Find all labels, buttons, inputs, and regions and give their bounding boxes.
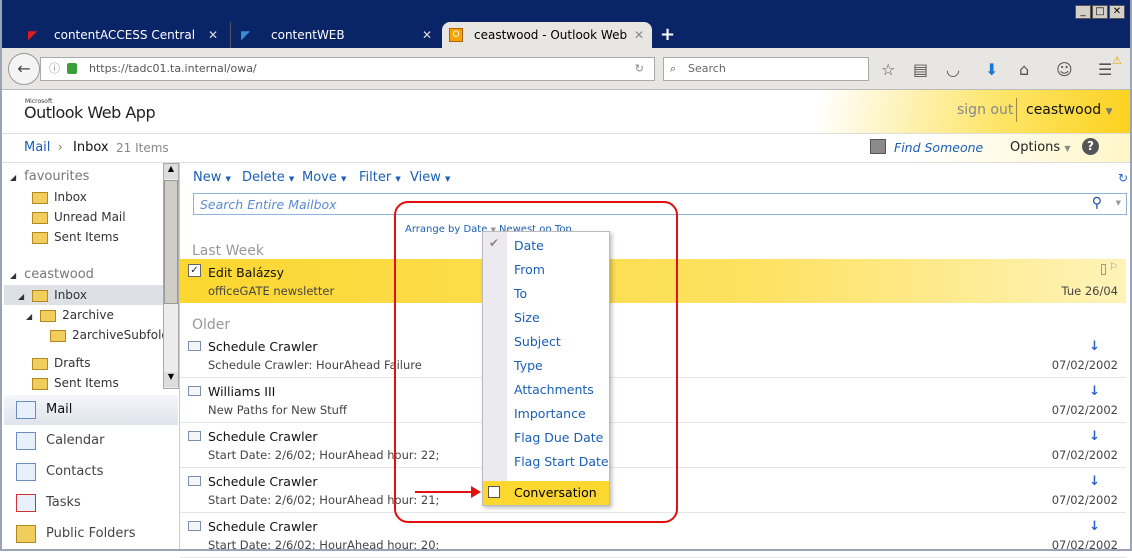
back-button[interactable]: ← [8, 53, 40, 85]
window-frame [0, 0, 1132, 551]
